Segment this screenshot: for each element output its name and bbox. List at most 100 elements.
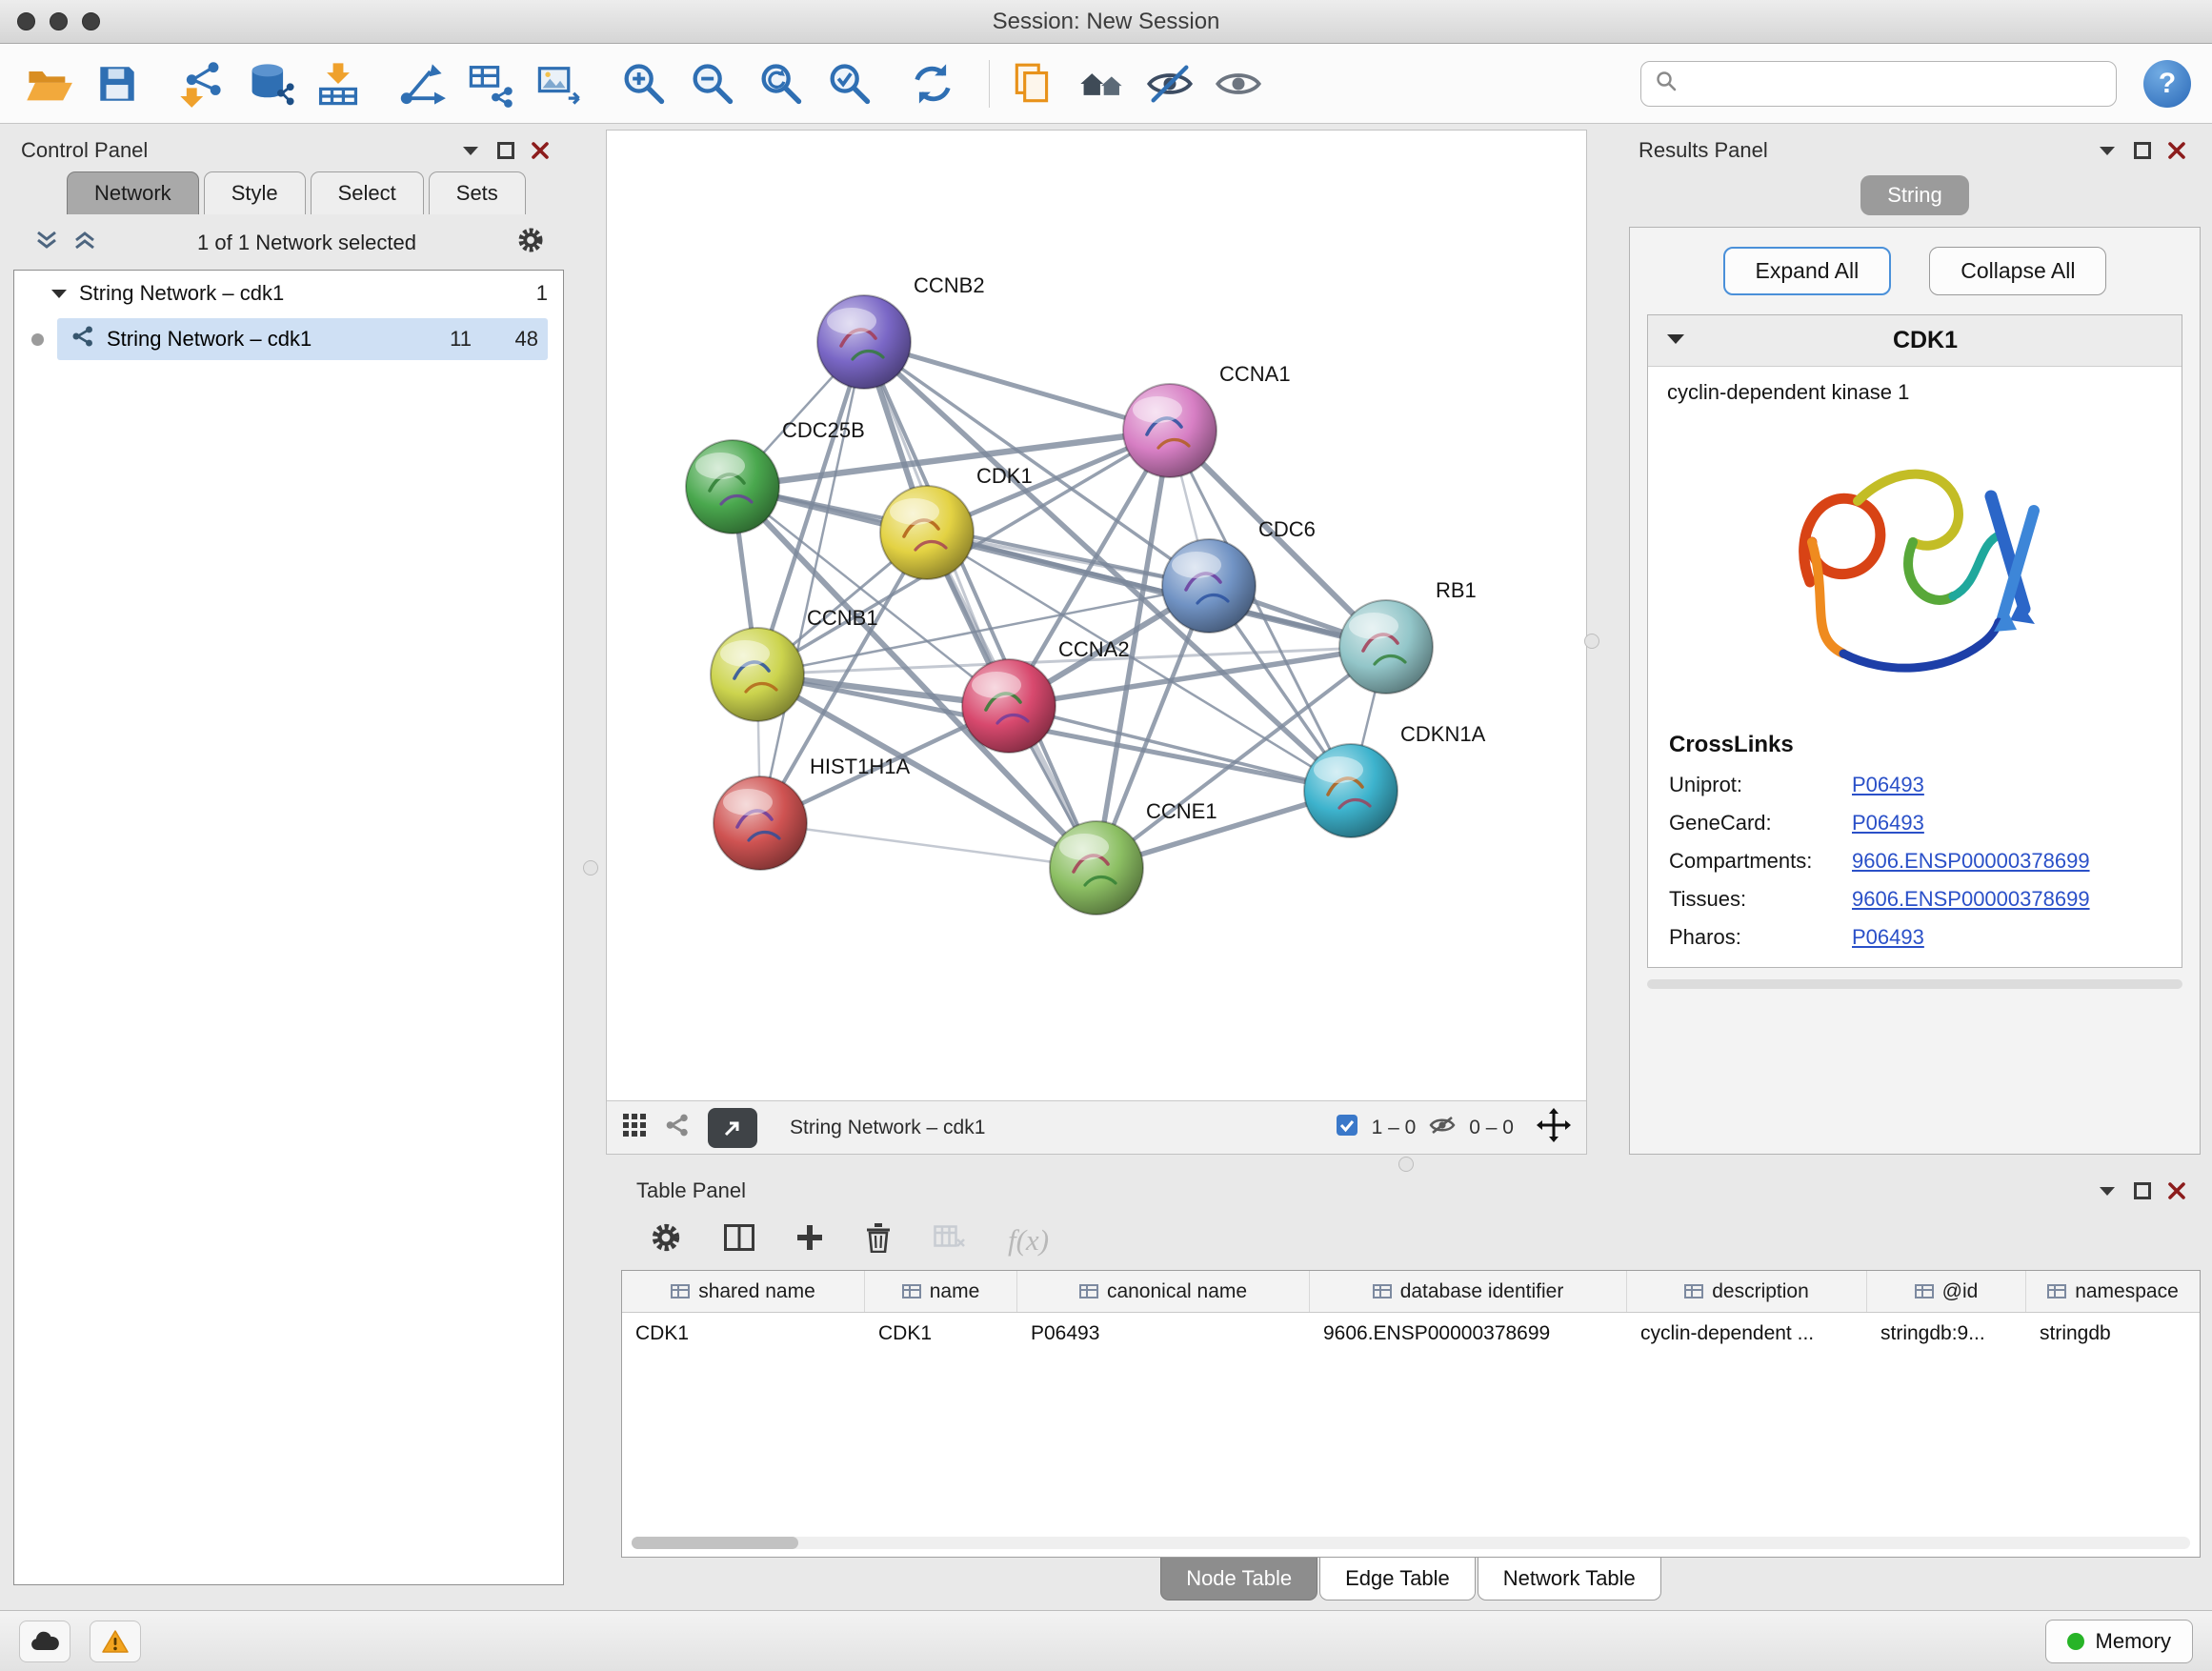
network-edge[interactable] [757, 586, 1209, 674]
zoom-fit-icon[interactable] [753, 56, 808, 111]
column-header[interactable]: canonical name [1017, 1271, 1310, 1312]
import-network-database-icon[interactable] [242, 56, 297, 111]
search-input[interactable] [1687, 71, 2102, 96]
network-edge[interactable] [760, 823, 1096, 868]
close-panel-icon[interactable] [532, 142, 549, 159]
selected-checkbox-icon[interactable] [1336, 1114, 1358, 1142]
network-node[interactable]: HIST1H1A [714, 755, 910, 870]
column-header[interactable]: name [865, 1271, 1017, 1312]
tab-network[interactable]: Network [67, 171, 199, 214]
crosslink-link[interactable]: P06493 [1852, 773, 1924, 797]
panel-menu-icon[interactable] [2098, 1184, 2117, 1198]
show-selected-eye-icon[interactable] [1211, 56, 1266, 111]
refresh-icon[interactable] [905, 56, 960, 111]
panel-menu-icon[interactable] [461, 144, 480, 157]
column-header[interactable]: namespace [2026, 1271, 2200, 1312]
network-node[interactable]: CDK1 [880, 464, 1033, 579]
splitter-handle[interactable] [583, 860, 598, 876]
cloud-button[interactable] [19, 1621, 70, 1662]
crosslink-link[interactable]: P06493 [1852, 925, 1924, 950]
show-all-networks-icon[interactable] [1074, 56, 1129, 111]
network-edge[interactable] [760, 342, 864, 823]
crosslink-link[interactable]: P06493 [1852, 811, 1924, 836]
open-session-icon[interactable] [21, 56, 76, 111]
column-header[interactable]: shared name [622, 1271, 865, 1312]
export-image-icon[interactable] [532, 56, 587, 111]
memory-status-dot [2067, 1633, 2084, 1650]
window-title: Session: New Session [993, 9, 1220, 35]
minimize-window-button[interactable] [50, 12, 68, 30]
expand-all-icon[interactable] [72, 230, 97, 256]
node-label: RB1 [1436, 578, 1477, 602]
gene-collapse-icon[interactable] [1665, 332, 1686, 351]
panel-menu-icon[interactable] [2098, 144, 2117, 157]
import-table-file-icon[interactable] [311, 56, 366, 111]
gene-description: cyclin-dependent kinase 1 [1648, 367, 2182, 411]
import-network-file-icon[interactable] [173, 56, 229, 111]
float-panel-icon[interactable] [497, 142, 514, 159]
expand-all-button[interactable]: Expand All [1723, 247, 1892, 295]
network-table-icon[interactable] [463, 56, 518, 111]
warning-button[interactable] [90, 1621, 141, 1662]
network-status-dot [31, 333, 44, 346]
grid-view-icon[interactable] [622, 1113, 647, 1143]
crosslink-link[interactable]: 9606.ENSP00000378699 [1852, 887, 2090, 912]
maximize-window-button[interactable] [82, 12, 100, 30]
tab-network-table[interactable]: Network Table [1478, 1558, 1661, 1601]
help-button[interactable]: ? [2143, 60, 2191, 108]
gear-icon[interactable] [516, 226, 545, 260]
collapse-all-icon[interactable] [34, 230, 59, 256]
tab-edge-table[interactable]: Edge Table [1319, 1558, 1476, 1601]
column-header[interactable]: @id [1867, 1271, 2026, 1312]
node-label: CCNE1 [1146, 799, 1217, 823]
network-label: String Network – cdk1 [107, 327, 312, 352]
node-count: 11 [416, 327, 472, 352]
memory-button[interactable]: Memory [2045, 1620, 2193, 1663]
tree-expand-icon[interactable] [50, 281, 68, 306]
column-header[interactable]: database identifier [1310, 1271, 1627, 1312]
crosslink-link[interactable]: 9606.ENSP00000378699 [1852, 849, 2090, 874]
splitter-handle[interactable] [1584, 634, 1599, 649]
hidden-eye-icon[interactable] [1429, 1115, 1456, 1141]
float-panel-icon[interactable] [2134, 142, 2151, 159]
network-node[interactable]: CDKN1A [1304, 722, 1486, 837]
table-horizontal-scrollbar[interactable] [632, 1537, 2190, 1549]
pan-mode-icon[interactable] [1537, 1108, 1571, 1148]
network-canvas[interactable]: CCNB2CCNA1CDC25BCDK1CDC6RB1CCNB1CCNA2CDK… [607, 131, 1586, 1100]
tab-select[interactable]: Select [311, 171, 424, 214]
close-window-button[interactable] [17, 12, 35, 30]
zoom-selected-icon[interactable] [821, 56, 876, 111]
results-scrollbar[interactable] [1647, 979, 2182, 989]
collapse-all-button[interactable]: Collapse All [1929, 247, 2106, 295]
results-tab-string[interactable]: String [1860, 175, 1968, 215]
zoom-out-icon[interactable] [684, 56, 739, 111]
close-panel-icon[interactable] [2168, 1182, 2185, 1199]
network-node[interactable]: CCNA1 [1123, 362, 1291, 477]
add-column-icon[interactable] [796, 1224, 823, 1256]
splitter-handle[interactable] [1398, 1157, 1414, 1172]
network-view-statusbar: String Network – cdk1 1 – 0 0 – 0 [607, 1100, 1586, 1154]
float-panel-icon[interactable] [2134, 1182, 2151, 1199]
show-columns-icon[interactable] [724, 1224, 754, 1256]
save-session-icon[interactable] [90, 56, 145, 111]
network-node[interactable]: RB1 [1339, 578, 1477, 694]
zoom-in-icon[interactable] [615, 56, 671, 111]
share-network-icon[interactable] [664, 1112, 691, 1144]
network-row[interactable]: String Network – cdk1 11 48 [14, 316, 563, 362]
delete-column-icon[interactable] [865, 1222, 892, 1258]
hide-selected-eye-icon[interactable] [1142, 56, 1197, 111]
search-icon [1655, 70, 1678, 97]
detach-view-button[interactable] [708, 1108, 757, 1148]
tab-sets[interactable]: Sets [429, 171, 526, 214]
table-settings-gear-icon[interactable] [650, 1221, 682, 1258]
network-edge[interactable] [864, 342, 1096, 868]
tab-style[interactable]: Style [204, 171, 306, 214]
network-tools-icon[interactable] [394, 56, 450, 111]
column-header[interactable]: description [1627, 1271, 1867, 1312]
close-panel-icon[interactable] [2168, 142, 2185, 159]
hidden-count: 0 – 0 [1469, 1117, 1514, 1139]
tab-node-table[interactable]: Node Table [1160, 1558, 1317, 1601]
network-collection-row[interactable]: String Network – cdk1 1 [14, 271, 563, 316]
table-row[interactable]: CDK1 CDK1 P06493 9606.ENSP00000378699 cy… [622, 1313, 2200, 1355]
copy-document-icon[interactable] [1005, 56, 1060, 111]
